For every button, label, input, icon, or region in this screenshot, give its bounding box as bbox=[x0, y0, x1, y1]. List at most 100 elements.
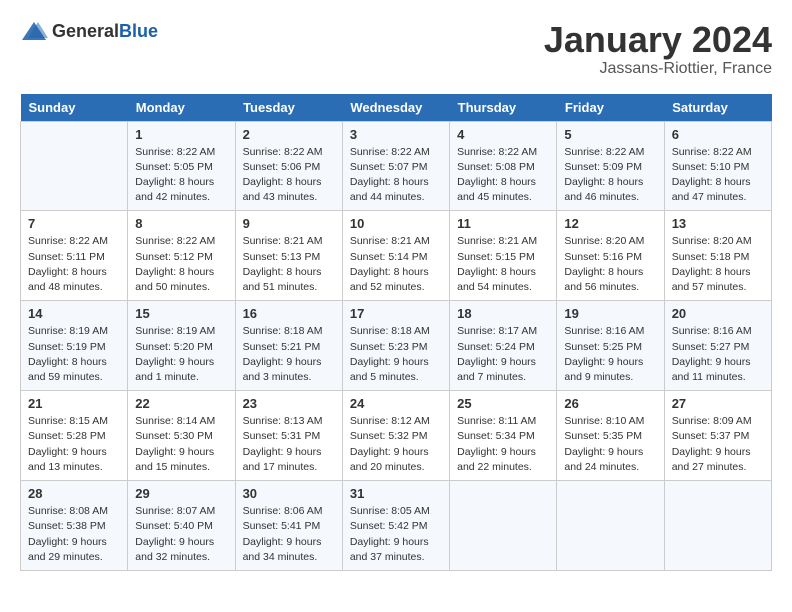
weekday-header-saturday: Saturday bbox=[664, 94, 771, 122]
weekday-header-wednesday: Wednesday bbox=[342, 94, 449, 122]
day-info: Sunrise: 8:19 AMSunset: 5:20 PMDaylight:… bbox=[135, 324, 227, 385]
day-info: Sunrise: 8:22 AMSunset: 5:08 PMDaylight:… bbox=[457, 145, 549, 206]
title-area: January 2024 Jassans-Riottier, France bbox=[544, 20, 772, 78]
day-number: 31 bbox=[350, 486, 442, 501]
calendar-subtitle: Jassans-Riottier, France bbox=[544, 60, 772, 78]
day-number: 27 bbox=[672, 396, 764, 411]
calendar-cell bbox=[450, 481, 557, 571]
day-number: 18 bbox=[457, 306, 549, 321]
day-number: 20 bbox=[672, 306, 764, 321]
day-info: Sunrise: 8:16 AMSunset: 5:27 PMDaylight:… bbox=[672, 324, 764, 385]
day-info: Sunrise: 8:09 AMSunset: 5:37 PMDaylight:… bbox=[672, 414, 764, 475]
day-number: 3 bbox=[350, 127, 442, 142]
weekday-header-thursday: Thursday bbox=[450, 94, 557, 122]
calendar-cell: 26 Sunrise: 8:10 AMSunset: 5:35 PMDayligh… bbox=[557, 391, 664, 481]
calendar-cell: 20 Sunrise: 8:16 AMSunset: 5:27 PMDayligh… bbox=[664, 301, 771, 391]
day-info: Sunrise: 8:07 AMSunset: 5:40 PMDaylight:… bbox=[135, 504, 227, 565]
day-info: Sunrise: 8:22 AMSunset: 5:09 PMDaylight:… bbox=[564, 145, 656, 206]
calendar-cell: 16 Sunrise: 8:18 AMSunset: 5:21 PMDayligh… bbox=[235, 301, 342, 391]
calendar-cell: 10Sunrise: 8:21 AMSunset: 5:14 PMDayligh… bbox=[342, 211, 449, 301]
calendar-cell bbox=[21, 121, 128, 211]
day-info: Sunrise: 8:17 AMSunset: 5:24 PMDaylight:… bbox=[457, 324, 549, 385]
weekday-header-sunday: Sunday bbox=[21, 94, 128, 122]
day-number: 19 bbox=[564, 306, 656, 321]
calendar-cell: 17Sunrise: 8:18 AMSunset: 5:23 PMDayligh… bbox=[342, 301, 449, 391]
day-info: Sunrise: 8:22 AMSunset: 5:05 PMDaylight:… bbox=[135, 145, 227, 206]
calendar-table: SundayMondayTuesdayWednesdayThursdayFrid… bbox=[20, 94, 772, 571]
calendar-cell: 6 Sunrise: 8:22 AMSunset: 5:10 PMDaylight… bbox=[664, 121, 771, 211]
day-info: Sunrise: 8:18 AMSunset: 5:21 PMDaylight:… bbox=[243, 324, 335, 385]
day-info: Sunrise: 8:22 AMSunset: 5:12 PMDaylight:… bbox=[135, 234, 227, 295]
day-number: 10 bbox=[350, 216, 442, 231]
calendar-cell: 3Sunrise: 8:22 AMSunset: 5:07 PMDaylight… bbox=[342, 121, 449, 211]
logo-blue-text: Blue bbox=[119, 21, 158, 41]
calendar-cell: 11 Sunrise: 8:21 AMSunset: 5:15 PMDayligh… bbox=[450, 211, 557, 301]
day-info: Sunrise: 8:05 AMSunset: 5:42 PMDaylight:… bbox=[350, 504, 442, 565]
calendar-week-row: 7 Sunrise: 8:22 AMSunset: 5:11 PMDaylight… bbox=[21, 211, 772, 301]
calendar-cell bbox=[557, 481, 664, 571]
calendar-cell: 12Sunrise: 8:20 AMSunset: 5:16 PMDayligh… bbox=[557, 211, 664, 301]
calendar-cell: 1 Sunrise: 8:22 AMSunset: 5:05 PMDaylight… bbox=[128, 121, 235, 211]
day-number: 1 bbox=[135, 127, 227, 142]
header: GeneralBlue January 2024 Jassans-Riottie… bbox=[20, 20, 772, 78]
day-number: 12 bbox=[564, 216, 656, 231]
weekday-header-row: SundayMondayTuesdayWednesdayThursdayFrid… bbox=[21, 94, 772, 122]
day-number: 22 bbox=[135, 396, 227, 411]
logo: GeneralBlue bbox=[20, 20, 158, 42]
day-info: Sunrise: 8:15 AMSunset: 5:28 PMDaylight:… bbox=[28, 414, 120, 475]
day-number: 29 bbox=[135, 486, 227, 501]
day-info: Sunrise: 8:22 AMSunset: 5:11 PMDaylight:… bbox=[28, 234, 120, 295]
calendar-cell: 19Sunrise: 8:16 AMSunset: 5:25 PMDayligh… bbox=[557, 301, 664, 391]
day-number: 17 bbox=[350, 306, 442, 321]
day-number: 4 bbox=[457, 127, 549, 142]
calendar-cell: 4 Sunrise: 8:22 AMSunset: 5:08 PMDaylight… bbox=[450, 121, 557, 211]
calendar-cell: 7 Sunrise: 8:22 AMSunset: 5:11 PMDaylight… bbox=[21, 211, 128, 301]
calendar-cell: 23 Sunrise: 8:13 AMSunset: 5:31 PMDayligh… bbox=[235, 391, 342, 481]
day-number: 21 bbox=[28, 396, 120, 411]
calendar-cell: 2 Sunrise: 8:22 AMSunset: 5:06 PMDaylight… bbox=[235, 121, 342, 211]
calendar-cell: 31 Sunrise: 8:05 AMSunset: 5:42 PMDayligh… bbox=[342, 481, 449, 571]
calendar-body: 1 Sunrise: 8:22 AMSunset: 5:05 PMDaylight… bbox=[21, 121, 772, 570]
day-info: Sunrise: 8:20 AMSunset: 5:18 PMDaylight:… bbox=[672, 234, 764, 295]
day-info: Sunrise: 8:22 AMSunset: 5:06 PMDaylight:… bbox=[243, 145, 335, 206]
day-info: Sunrise: 8:14 AMSunset: 5:30 PMDaylight:… bbox=[135, 414, 227, 475]
day-info: Sunrise: 8:22 AMSunset: 5:10 PMDaylight:… bbox=[672, 145, 764, 206]
day-number: 14 bbox=[28, 306, 120, 321]
calendar-cell: 27 Sunrise: 8:09 AMSunset: 5:37 PMDayligh… bbox=[664, 391, 771, 481]
logo-general-text: General bbox=[52, 21, 119, 41]
day-number: 24 bbox=[350, 396, 442, 411]
day-number: 2 bbox=[243, 127, 335, 142]
day-number: 11 bbox=[457, 216, 549, 231]
weekday-header-friday: Friday bbox=[557, 94, 664, 122]
calendar-cell: 24 Sunrise: 8:12 AMSunset: 5:32 PMDayligh… bbox=[342, 391, 449, 481]
day-number: 23 bbox=[243, 396, 335, 411]
day-number: 6 bbox=[672, 127, 764, 142]
day-info: Sunrise: 8:12 AMSunset: 5:32 PMDaylight:… bbox=[350, 414, 442, 475]
day-number: 25 bbox=[457, 396, 549, 411]
day-number: 16 bbox=[243, 306, 335, 321]
day-info: Sunrise: 8:21 AMSunset: 5:15 PMDaylight:… bbox=[457, 234, 549, 295]
weekday-header-monday: Monday bbox=[128, 94, 235, 122]
calendar-week-row: 1 Sunrise: 8:22 AMSunset: 5:05 PMDaylight… bbox=[21, 121, 772, 211]
generalblue-icon bbox=[20, 20, 48, 42]
day-info: Sunrise: 8:06 AMSunset: 5:41 PMDaylight:… bbox=[243, 504, 335, 565]
calendar-cell: 21 Sunrise: 8:15 AMSunset: 5:28 PMDayligh… bbox=[21, 391, 128, 481]
day-number: 15 bbox=[135, 306, 227, 321]
day-info: Sunrise: 8:13 AMSunset: 5:31 PMDaylight:… bbox=[243, 414, 335, 475]
calendar-cell: 14Sunrise: 8:19 AMSunset: 5:19 PMDayligh… bbox=[21, 301, 128, 391]
day-info: Sunrise: 8:11 AMSunset: 5:34 PMDaylight:… bbox=[457, 414, 549, 475]
day-info: Sunrise: 8:10 AMSunset: 5:35 PMDaylight:… bbox=[564, 414, 656, 475]
calendar-cell: 25 Sunrise: 8:11 AMSunset: 5:34 PMDayligh… bbox=[450, 391, 557, 481]
day-number: 13 bbox=[672, 216, 764, 231]
calendar-cell: 9Sunrise: 8:21 AMSunset: 5:13 PMDaylight… bbox=[235, 211, 342, 301]
day-number: 26 bbox=[564, 396, 656, 411]
calendar-week-row: 14Sunrise: 8:19 AMSunset: 5:19 PMDayligh… bbox=[21, 301, 772, 391]
calendar-title: January 2024 bbox=[544, 20, 772, 60]
calendar-cell: 15 Sunrise: 8:19 AMSunset: 5:20 PMDayligh… bbox=[128, 301, 235, 391]
day-info: Sunrise: 8:21 AMSunset: 5:13 PMDaylight:… bbox=[243, 234, 335, 295]
day-number: 7 bbox=[28, 216, 120, 231]
day-info: Sunrise: 8:08 AMSunset: 5:38 PMDaylight:… bbox=[28, 504, 120, 565]
day-number: 8 bbox=[135, 216, 227, 231]
calendar-cell bbox=[664, 481, 771, 571]
calendar-cell: 29 Sunrise: 8:07 AMSunset: 5:40 PMDayligh… bbox=[128, 481, 235, 571]
